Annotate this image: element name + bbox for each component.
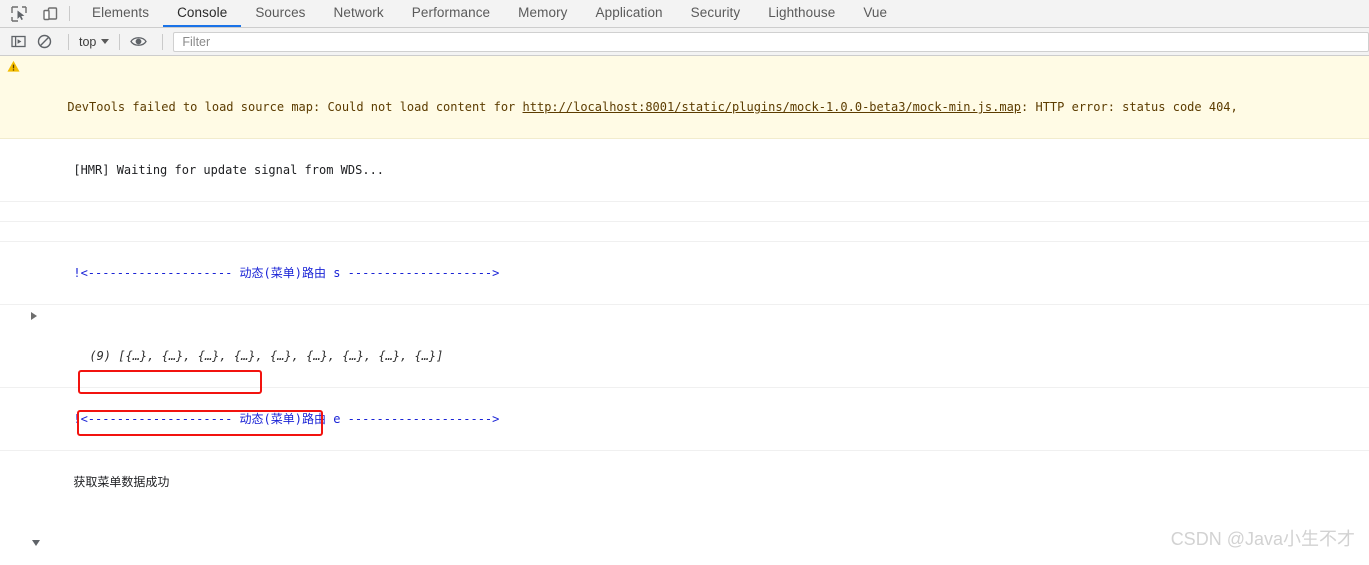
big-array-line-1: (1425) [{…}, {…}, {…}, {…}, {…}, {…}, {……	[0, 513, 1369, 533]
warning-text-suffix: : HTTP error: status code 404,	[1021, 100, 1238, 114]
toolbar-divider-1	[68, 33, 69, 50]
warning-text-prefix: DevTools failed to load source map: Coul…	[67, 100, 523, 114]
tab-label: Memory	[518, 5, 568, 20]
console-message-blank-2	[0, 222, 1369, 242]
console-message-warning[interactable]: DevTools failed to load source map: Coul…	[0, 56, 1369, 139]
devtools-window: Elements Console Sources Network Perform…	[0, 0, 1369, 565]
tab-sources[interactable]: Sources	[241, 0, 319, 27]
tab-performance[interactable]: Performance	[398, 0, 504, 27]
tabbar-divider	[69, 6, 70, 21]
device-toolbar-icon[interactable]	[41, 5, 59, 23]
toolbar-divider-2	[119, 33, 121, 50]
tab-elements[interactable]: Elements	[78, 0, 163, 27]
routes-array-text: (9) [{…}, {…}, {…}, {…}, {…}, {…}, {…}, …	[89, 349, 444, 363]
route-start-text: !<-------------------- 动态(菜单)路由 s ------…	[73, 266, 500, 280]
tab-label: Performance	[411, 5, 491, 20]
tab-console[interactable]: Console	[163, 0, 242, 27]
tab-lighthouse[interactable]: Lighthouse	[754, 0, 849, 27]
tab-vue[interactable]: Vue	[849, 0, 901, 27]
tab-label: Sources	[255, 5, 306, 20]
tab-label: Vue	[863, 5, 888, 20]
collapse-arrow-icon[interactable]	[32, 540, 40, 546]
devtools-tabbar: Elements Console Sources Network Perform…	[0, 0, 1369, 28]
console-message-routes-array[interactable]: (9) [{…}, {…}, {…}, {…}, {…}, {…}, {…}, …	[0, 305, 1369, 388]
console-toolbar: top	[0, 28, 1369, 56]
chevron-down-icon	[101, 39, 110, 44]
console-message-route-end[interactable]: !<-------------------- 动态(菜单)路由 e ------…	[0, 388, 1369, 451]
console-sidebar-icon[interactable]	[8, 32, 28, 52]
tab-label: Application	[595, 5, 663, 20]
console-message-menu-success[interactable]: 获取菜单数据成功	[0, 451, 1369, 513]
console-message-list: DevTools failed to load source map: Coul…	[0, 56, 1369, 565]
menu-success-text: 获取菜单数据成功	[73, 475, 170, 489]
console-message-route-start[interactable]: !<-------------------- 动态(菜单)路由 s ------…	[0, 242, 1369, 305]
big-array-line-2: {…}, {…}, {…}, {…}, {…}, {…}, {…}, {…}, …	[0, 533, 1369, 553]
tab-label: Security	[690, 5, 741, 20]
tab-label: Network	[333, 5, 384, 20]
live-expression-eye-icon[interactable]	[128, 32, 148, 52]
execution-context-select[interactable]: top	[77, 35, 111, 49]
csdn-watermark: CSDN @Java小生不才	[1170, 529, 1355, 549]
hmr-text: [HMR] Waiting for update signal from WDS…	[73, 163, 385, 177]
tab-label: Elements	[92, 5, 150, 20]
inspect-element-icon[interactable]	[10, 5, 28, 23]
toolbar-divider-3	[162, 33, 164, 50]
source-map-url-link[interactable]: http://localhost:8001/static/plugins/moc…	[523, 100, 1022, 114]
devtools-tabs: Elements Console Sources Network Perform…	[78, 0, 901, 27]
execution-context-label: top	[79, 34, 97, 49]
tab-label: Lighthouse	[768, 5, 836, 20]
warning-icon	[7, 60, 20, 72]
devtools-tool-icons	[0, 0, 65, 27]
route-end-text: !<-------------------- 动态(菜单)路由 e ------…	[73, 412, 500, 426]
expand-arrow-icon[interactable]	[31, 312, 37, 320]
tab-memory[interactable]: Memory	[504, 0, 581, 27]
filter-input[interactable]	[180, 33, 1362, 50]
console-message-blank-1	[0, 202, 1369, 222]
console-message-big-array[interactable]: (1425) [{…}, {…}, {…}, {…}, {…}, {…}, {……	[0, 513, 1369, 565]
big-array-line-3: {…}, {…}, {…}, {…}, {…}, {…}, {…}, {…}, …	[0, 553, 1369, 565]
console-message-hmr[interactable]: [HMR] Waiting for update signal from WDS…	[0, 139, 1369, 202]
tab-label: Console	[177, 5, 228, 20]
clear-console-icon[interactable]	[34, 32, 54, 52]
tab-security[interactable]: Security	[677, 0, 755, 27]
filter-input-wrapper[interactable]	[173, 31, 1369, 52]
tab-application[interactable]: Application	[582, 0, 677, 27]
tab-network[interactable]: Network	[320, 0, 398, 27]
